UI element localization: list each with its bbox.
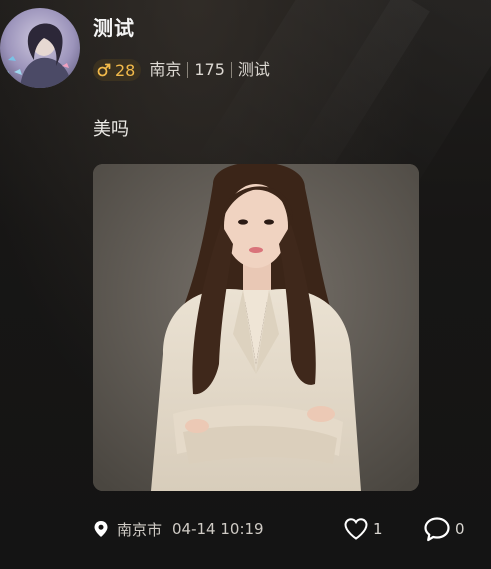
comment-bubble-icon bbox=[423, 516, 451, 542]
username[interactable]: 测试 bbox=[93, 16, 135, 40]
occupation: 测试 bbox=[237, 60, 270, 79]
location-pin-icon bbox=[93, 520, 109, 538]
age: 28 bbox=[115, 60, 136, 80]
city: 南京 bbox=[149, 60, 182, 79]
height: 175 bbox=[194, 60, 225, 79]
comment-count: 0 bbox=[455, 520, 465, 538]
post-photo[interactable] bbox=[93, 164, 419, 491]
avatar[interactable] bbox=[0, 8, 80, 88]
user-meta: 28 南京 175 测试 bbox=[93, 58, 270, 82]
post-card: 测试 28 南京 175 测试 美吗 南京市 04-14 10:19 1 0 bbox=[0, 0, 491, 569]
post-content: 美吗 bbox=[93, 119, 129, 140]
post-footer: 南京市 04-14 10:19 1 0 bbox=[93, 514, 491, 544]
location[interactable]: 南京市 bbox=[93, 519, 162, 540]
divider bbox=[230, 62, 232, 78]
divider bbox=[187, 62, 189, 78]
like-count: 1 bbox=[373, 520, 383, 538]
post-time: 04-14 10:19 bbox=[172, 520, 264, 538]
male-icon bbox=[97, 63, 111, 77]
gender-age-badge: 28 bbox=[93, 59, 142, 81]
location-text: 南京市 bbox=[117, 520, 163, 539]
heart-outline-icon bbox=[343, 517, 369, 541]
comment-button[interactable]: 0 bbox=[423, 516, 465, 542]
like-button[interactable]: 1 bbox=[343, 517, 383, 541]
